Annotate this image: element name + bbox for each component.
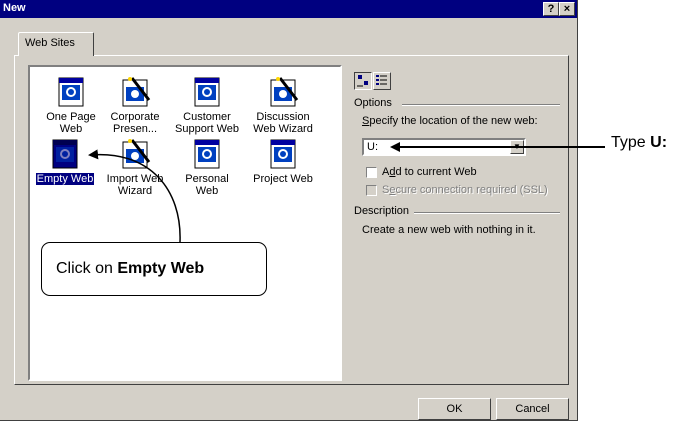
large-icons-view-button[interactable]	[354, 72, 372, 90]
template-label: Empty Web	[35, 173, 95, 185]
template-label: Import Web Wizard	[106, 173, 164, 197]
dialog-title: New	[3, 2, 26, 14]
tab-web-sites[interactable]: Web Sites	[18, 32, 94, 56]
template-label: Discussion Web Wizard	[253, 111, 313, 135]
callout-bold-text: Empty Web	[117, 260, 205, 277]
callout-text: Click on	[56, 260, 118, 277]
options-divider	[402, 104, 560, 106]
list-view-icon	[376, 75, 387, 85]
web-page-icon	[48, 137, 82, 171]
instruction-callout: Click on Empty Web	[41, 242, 267, 296]
template-label: One Page Web	[46, 111, 96, 135]
location-value: U:	[367, 141, 378, 153]
wizard-icon	[118, 137, 152, 171]
wizard-icon	[266, 75, 300, 109]
close-button[interactable]: ×	[559, 2, 575, 16]
template-item-empty-web[interactable]: Empty Web	[32, 137, 98, 185]
location-combo[interactable]: U: ▼	[362, 138, 526, 156]
help-button[interactable]: ?	[543, 2, 559, 16]
template-item-one-page-web[interactable]: One Page Web	[38, 75, 104, 135]
wizard-icon	[118, 75, 152, 109]
description-group-label: Description	[354, 205, 414, 217]
new-dialog: New ? × Web Sites One Page Web Corporate…	[0, 0, 578, 421]
title-bar: New ? ×	[0, 0, 577, 18]
secure-connection-label: Secure connection required (SSL)	[382, 184, 548, 196]
add-to-current-web-label: Add to current Web	[382, 166, 477, 178]
template-list[interactable]: One Page Web Corporate Presen... Custome…	[28, 65, 342, 381]
template-item-discussion-web-wizard[interactable]: Discussion Web Wizard	[250, 75, 316, 135]
template-label: Project Web	[253, 173, 313, 185]
template-label: Corporate Presen...	[110, 111, 160, 135]
location-label: Specify the location of the new web:	[362, 115, 538, 127]
type-instruction: Type U:	[611, 134, 667, 152]
web-page-icon	[54, 75, 88, 109]
type-bold-text: U:	[650, 134, 668, 151]
template-label: Personal Web	[185, 173, 229, 197]
template-item-customer-support-web[interactable]: Customer Support Web	[174, 75, 240, 135]
template-item-import-web-wizard[interactable]: Import Web Wizard	[102, 137, 168, 197]
cancel-button[interactable]: Cancel	[496, 398, 569, 420]
template-item-corporate-presence[interactable]: Corporate Presen...	[102, 75, 168, 135]
ok-button[interactable]: OK	[418, 398, 491, 420]
template-item-project-web[interactable]: Project Web	[250, 137, 316, 185]
description-divider	[414, 212, 560, 214]
web-page-icon	[190, 137, 224, 171]
list-view-button[interactable]	[373, 72, 391, 90]
large-icons-icon	[357, 75, 368, 87]
template-label: Customer Support Web	[175, 111, 240, 135]
type-text: Type	[611, 134, 651, 151]
description-text: Create a new web with nothing in it.	[362, 224, 536, 236]
template-item-personal-web[interactable]: Personal Web	[174, 137, 240, 197]
web-page-icon	[266, 137, 300, 171]
chevron-down-icon[interactable]: ▼	[510, 140, 524, 154]
secure-connection-checkbox	[366, 185, 377, 196]
options-group-label: Options	[354, 97, 396, 109]
add-to-current-web-checkbox[interactable]	[366, 167, 377, 178]
web-page-icon	[190, 75, 224, 109]
